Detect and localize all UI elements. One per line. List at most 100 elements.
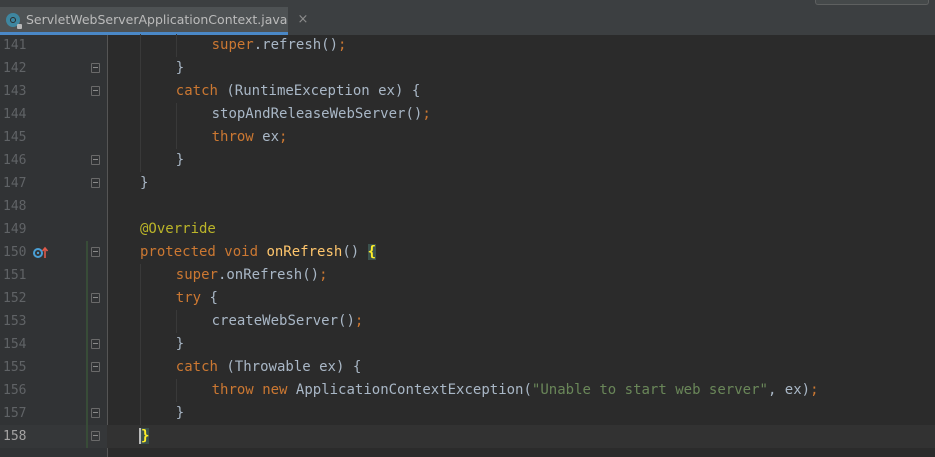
class-icon bbox=[6, 12, 22, 29]
code-token: { bbox=[367, 244, 377, 260]
code-token: , ex) bbox=[767, 382, 811, 398]
code-token: ; bbox=[810, 382, 819, 398]
code-token: ex bbox=[253, 129, 280, 145]
code-token: super bbox=[175, 267, 218, 283]
code-token: catch bbox=[175, 359, 218, 375]
code-token: } bbox=[175, 336, 185, 352]
code-text[interactable]: } bbox=[140, 172, 148, 195]
code-token: throw bbox=[211, 129, 254, 145]
fold-marker-icon[interactable] bbox=[91, 63, 100, 73]
code-text[interactable]: super.refresh(); bbox=[212, 34, 347, 57]
code-token: createWebServer() bbox=[211, 313, 355, 329]
code-text[interactable]: catch (RuntimeException ex) { bbox=[176, 80, 420, 103]
line-number[interactable]: 143 bbox=[3, 80, 33, 103]
code-editor[interactable]: 141 super.refresh(); 142} 143 catch (Runtime… bbox=[0, 34, 935, 457]
line-number[interactable]: 156 bbox=[3, 379, 33, 402]
code-text[interactable]: throw new ApplicationContextException("U… bbox=[212, 379, 819, 402]
code-text[interactable]: throw ex; bbox=[212, 126, 288, 149]
fold-marker-icon[interactable] bbox=[91, 431, 100, 441]
code-line[interactable]: 148 bbox=[0, 195, 935, 218]
code-token: (RuntimeException ex) { bbox=[217, 83, 421, 99]
tab-filename: ServletWebServerApplicationContext.java bbox=[26, 12, 288, 27]
code-text[interactable]: } bbox=[176, 333, 184, 356]
close-icon[interactable]: × bbox=[297, 12, 308, 27]
code-text[interactable]: protected void onRefresh() { bbox=[140, 241, 377, 264]
fold-marker-icon[interactable] bbox=[91, 247, 100, 257]
line-number[interactable]: 148 bbox=[3, 195, 33, 218]
line-number[interactable]: 146 bbox=[3, 149, 33, 172]
line-number[interactable]: 155 bbox=[3, 356, 33, 379]
indent-guide bbox=[140, 34, 141, 172]
code-text[interactable]: } bbox=[176, 57, 184, 80]
code-token: super bbox=[211, 37, 254, 53]
code-token: throw bbox=[211, 382, 254, 398]
code-token: void bbox=[224, 244, 259, 260]
tab-servlet-web-server-application-context[interactable]: ServletWebServerApplicationContext.java … bbox=[0, 7, 308, 35]
editor-tab-bar: ServletWebServerApplicationContext.java … bbox=[0, 7, 935, 36]
code-text[interactable]: } bbox=[176, 402, 184, 425]
fold-marker-icon[interactable] bbox=[91, 155, 100, 165]
code-token: () bbox=[342, 244, 368, 260]
code-text[interactable]: super.onRefresh(); bbox=[176, 264, 328, 287]
fold-marker-icon[interactable] bbox=[91, 408, 100, 418]
code-text[interactable]: catch (Throwable ex) { bbox=[176, 356, 361, 379]
code-text[interactable]: stopAndReleaseWebServer(); bbox=[212, 103, 431, 126]
fold-marker-icon[interactable] bbox=[91, 86, 100, 96]
code-token: } bbox=[175, 405, 185, 421]
code-text[interactable]: @Override bbox=[140, 218, 216, 241]
code-token: catch bbox=[175, 83, 218, 99]
code-token: ; bbox=[338, 37, 347, 53]
indent-guide bbox=[175, 34, 177, 57]
code-text[interactable]: } bbox=[176, 149, 184, 172]
code-line[interactable]: 147} bbox=[0, 172, 935, 195]
fold-marker-icon[interactable] bbox=[91, 362, 100, 372]
code-token: protected bbox=[140, 244, 216, 260]
line-number[interactable]: 149 bbox=[3, 218, 33, 241]
code-token: ; bbox=[354, 313, 364, 329]
line-number[interactable]: 152 bbox=[3, 287, 33, 310]
line-number[interactable]: 145 bbox=[3, 126, 33, 149]
line-number[interactable]: 144 bbox=[3, 103, 33, 126]
code-line[interactable]: 158} bbox=[0, 425, 935, 448]
code-token: } bbox=[175, 60, 185, 76]
override-method-icon[interactable] bbox=[33, 245, 49, 259]
window-top-strip bbox=[0, 0, 935, 7]
code-token: .onRefresh() bbox=[217, 267, 320, 283]
code-token: new bbox=[262, 382, 288, 398]
code-token: ; bbox=[422, 106, 431, 122]
line-number[interactable]: 151 bbox=[3, 264, 33, 287]
code-token: } bbox=[140, 175, 149, 191]
code-token: try bbox=[175, 290, 202, 306]
line-number[interactable]: 154 bbox=[3, 333, 33, 356]
vcs-change-marker[interactable] bbox=[86, 241, 88, 448]
code-text[interactable]: try { bbox=[176, 287, 218, 310]
code-token: onRefresh bbox=[266, 244, 343, 260]
line-number[interactable]: 141 bbox=[3, 34, 33, 57]
line-number[interactable]: 147 bbox=[3, 172, 33, 195]
code-line[interactable]: 149 @Override bbox=[0, 218, 935, 241]
fold-marker-icon[interactable] bbox=[91, 178, 100, 188]
line-number[interactable]: 142 bbox=[3, 57, 33, 80]
indent-guide bbox=[175, 103, 177, 149]
line-number[interactable]: 150 bbox=[3, 241, 33, 264]
code-text[interactable]: } bbox=[139, 425, 150, 448]
code-line[interactable]: 150 protected void onRefresh() { bbox=[0, 241, 935, 264]
code-token: { bbox=[201, 290, 218, 306]
code-token: "Unable to start web server" bbox=[531, 382, 768, 398]
indent-guide bbox=[175, 310, 177, 333]
line-number[interactable]: 158 bbox=[3, 425, 33, 448]
code-token: ; bbox=[319, 267, 328, 283]
fold-marker-icon[interactable] bbox=[91, 293, 100, 303]
code-text[interactable]: createWebServer(); bbox=[212, 310, 364, 333]
line-number[interactable]: 157 bbox=[3, 402, 33, 425]
code-token: @Override bbox=[140, 221, 216, 237]
code-token: } bbox=[175, 152, 185, 168]
code-token: ; bbox=[279, 129, 288, 145]
toolbar-widget[interactable] bbox=[815, 0, 929, 5]
indent-guide bbox=[175, 379, 177, 402]
line-number[interactable]: 153 bbox=[3, 310, 33, 333]
fold-marker-icon[interactable] bbox=[91, 339, 100, 349]
code-token: .refresh() bbox=[253, 37, 339, 53]
code-token: (Throwable ex) { bbox=[217, 359, 362, 375]
